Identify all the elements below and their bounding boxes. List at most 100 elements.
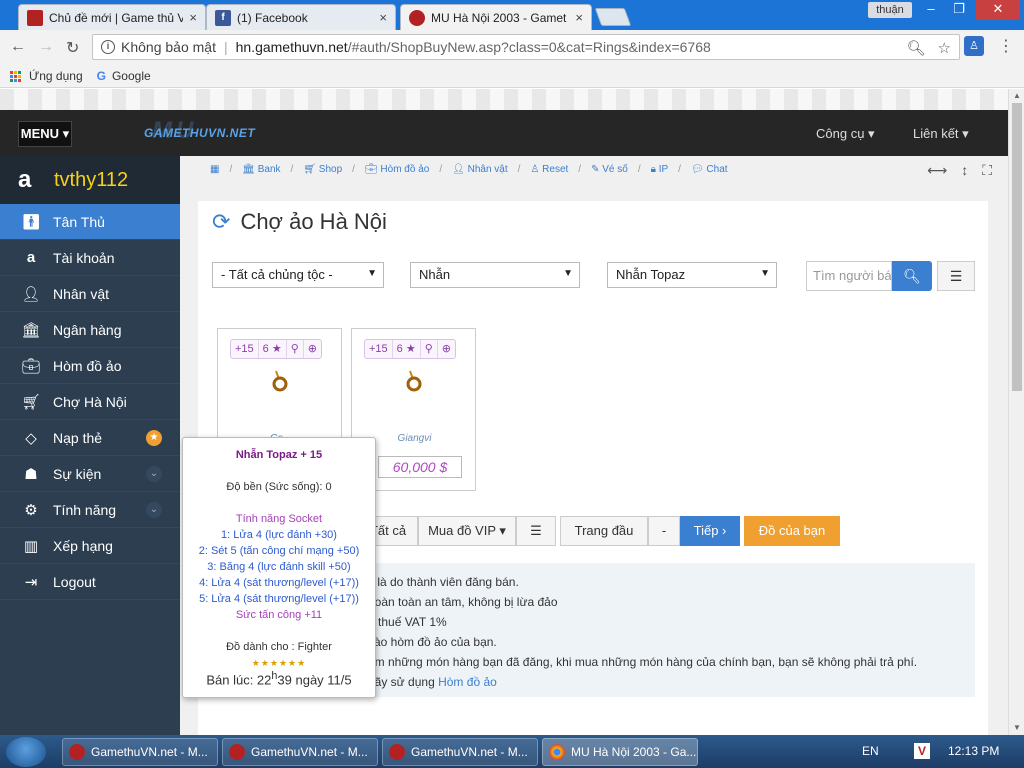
sidebar-item-hom-do-ao[interactable]: 💼︎ Hòm đồ ảo (0, 348, 180, 384)
first-page-button[interactable]: Trang đầu (560, 516, 648, 546)
taskbar-window[interactable]: GamethuVN.net - M... (222, 738, 378, 766)
next-page-button[interactable]: Tiếp › (680, 516, 740, 546)
chevron-down-icon[interactable]: ⌄ (146, 501, 162, 518)
tray-v-icon[interactable]: V (914, 743, 930, 759)
zoom-icon[interactable]: ⚲ (421, 340, 438, 358)
crumb-shop[interactable]: 🛒︎ Shop (303, 164, 342, 175)
zoom-icon[interactable]: 🔍︎ (907, 39, 926, 57)
refresh-icon[interactable]: ⟳ (212, 209, 230, 235)
menu-button[interactable]: MENU ▾ (18, 121, 72, 147)
scroll-thumb[interactable] (1012, 103, 1022, 391)
menu-icon[interactable]: ⋮ (998, 36, 1014, 56)
omnibox-actions: 🔍︎ ☆ (907, 39, 952, 57)
crumb-nhan-vat[interactable]: 👤︎ Nhân vật (452, 164, 508, 175)
socket-count[interactable]: 6 ★ (393, 340, 421, 358)
calendar-icon[interactable]: ▦ (210, 164, 219, 175)
bookmark-apps[interactable]: Ứng dụng (10, 69, 83, 83)
language-indicator[interactable]: EN (862, 744, 879, 758)
security-label: Không bảo mật (121, 39, 216, 55)
taskbar-window[interactable]: GamethuVN.net - M... (62, 738, 218, 766)
nav-tools-dropdown[interactable]: Công cụ ▾ (816, 126, 875, 142)
bookmark-apps-label: Ứng dụng (29, 68, 83, 83)
vip-dropdown-button[interactable]: Mua đồ VIP ▾ (418, 516, 516, 546)
forward-icon[interactable]: → (38, 38, 54, 56)
scroll-up-icon[interactable]: ▲ (1009, 91, 1024, 100)
expand-vertical-icon[interactable]: ↕ (961, 162, 968, 179)
reload-icon[interactable]: ↻ (66, 38, 79, 58)
profile-name[interactable]: thuận (868, 2, 912, 18)
url-input[interactable]: i Không bảo mật | hn.gamethuvn.net /#aut… (92, 34, 960, 60)
tab-title: MU Hà Nội 2003 - Gamet (431, 10, 567, 25)
item-select[interactable]: Nhẫn Topaz ▼ (607, 262, 777, 288)
sidebar-item-cho-ha-noi[interactable]: 🛒︎ Chợ Hà Nội (0, 384, 180, 420)
chevron-down-icon[interactable]: ⌄ (146, 465, 162, 482)
close-icon[interactable]: × (575, 10, 583, 25)
list-view-button[interactable]: ☰ (937, 261, 975, 291)
sidebar-item-tai-khoan[interactable]: a Tài khoản (0, 240, 180, 276)
crumb-reset[interactable]: ♙ Reset (530, 164, 568, 175)
nav-links-dropdown[interactable]: Liên kết ▾ (913, 126, 969, 142)
tab-facebook[interactable]: f (1) Facebook × (206, 4, 396, 30)
list-icon: ☰ (949, 268, 963, 284)
extension-icon[interactable]: ♙ (964, 36, 984, 56)
ring-icon (272, 370, 288, 392)
level-tag[interactable]: +15 (231, 340, 259, 358)
clock[interactable]: 12:13 PM (948, 744, 999, 758)
category-select[interactable]: Nhẫn ▼ (410, 262, 580, 288)
expand-horizontal-icon[interactable]: ⟷ (927, 162, 947, 179)
category-select-value: Nhẫn (419, 267, 451, 282)
sidebar-item-nap-the[interactable]: ◇ Nạp thẻ ★ (0, 420, 180, 456)
sidebar-item-su-kien[interactable]: ☗ Sự kiện ⌄ (0, 456, 180, 492)
sidebar-item-label: Xếp hạng (53, 537, 113, 554)
window-close-icon[interactable]: ✕ (976, 0, 1020, 20)
bar-chart-icon: ▥ (23, 537, 39, 555)
inventory-link[interactable]: Hòm đồ ảo (438, 675, 497, 689)
crumb-hom-do-ao[interactable]: 💼︎ Hòm đồ ảo (365, 164, 429, 175)
site-logo[interactable]: MU GAMETHUVN.NET (144, 117, 255, 144)
zoom-icon[interactable]: ⚲ (287, 340, 304, 358)
windows-start-icon[interactable] (6, 737, 46, 767)
restore-icon[interactable]: ❐ (946, 0, 972, 20)
sidebar-item-tan-thu[interactable]: 🚹︎ Tân Thủ (0, 204, 180, 240)
sidebar-item-nhan-vat[interactable]: 👤︎ Nhân vật (0, 276, 180, 312)
taskbar-window[interactable]: GamethuVN.net - M... (382, 738, 538, 766)
minimize-icon[interactable]: – (918, 0, 944, 20)
sidebar-item-tinh-nang[interactable]: ⚙︎ Tính năng ⌄ (0, 492, 180, 528)
mu-app-icon (69, 744, 85, 760)
prev-page-button[interactable]: - (648, 516, 680, 546)
crumb-chat[interactable]: 💬︎ Chat (691, 164, 728, 175)
tab-gamethu[interactable]: Chủ đề mới | Game thủ V × (18, 4, 206, 30)
notice-line: hoàn toàn an tâm, không bị lừa đảo (368, 595, 558, 609)
bookmark-star-icon[interactable]: ☆ (938, 39, 951, 57)
crumb-label: Hòm đồ ảo (380, 164, 430, 175)
search-button[interactable]: 🔍︎ (892, 261, 932, 291)
my-items-button[interactable]: Đồ của bạn (744, 516, 840, 546)
item-price[interactable]: 60,000 $ (378, 456, 462, 478)
level-tag[interactable]: +15 (365, 340, 393, 358)
taskbar-window-chrome[interactable]: MU Hà Nội 2003 - Ga... (542, 738, 698, 766)
close-icon[interactable]: × (379, 10, 387, 25)
zoom-plus-icon[interactable]: ⊕ (438, 340, 455, 358)
page-viewport: MENU ▾ MU GAMETHUVN.NET Công cụ ▾ Liên k… (0, 89, 1008, 735)
crumb-ve-so[interactable]: ✎ Vé số (591, 164, 628, 175)
sidebar-item-ngan-hang[interactable]: 🏛︎ Ngân hàng (0, 312, 180, 348)
back-icon[interactable]: ← (10, 38, 26, 56)
close-icon[interactable]: × (189, 10, 197, 25)
crumb-bank[interactable]: 🏛︎ Bank (242, 164, 280, 175)
scroll-down-icon[interactable]: ▼ (1009, 723, 1024, 732)
new-tab-button[interactable] (594, 8, 632, 26)
zoom-plus-icon[interactable]: ⊕ (304, 340, 321, 358)
taskbar-window-title: GamethuVN.net - M... (251, 745, 368, 759)
sidebar-item-xep-hang[interactable]: ▥ Xếp hạng (0, 528, 180, 564)
crumb-ip[interactable]: 🔒︎ IP (651, 164, 669, 175)
fullscreen-icon[interactable]: ⛶ (982, 162, 992, 179)
info-icon[interactable]: i (101, 40, 115, 54)
bookmark-google[interactable]: G Google (97, 69, 151, 83)
sidebar-item-logout[interactable]: ⇥ Logout (0, 564, 180, 600)
page-scrollbar[interactable]: ▲ ▼ (1008, 89, 1024, 735)
socket-count[interactable]: 6 ★ (259, 340, 287, 358)
race-select[interactable]: - Tất cả chủng tộc - ▼ (212, 262, 384, 288)
seller-search-input[interactable]: Tìm người bán (806, 261, 892, 291)
grid-view-button[interactable]: ☰ (516, 516, 556, 546)
tab-mu-hanoi[interactable]: MU Hà Nội 2003 - Gamet × (400, 4, 592, 30)
